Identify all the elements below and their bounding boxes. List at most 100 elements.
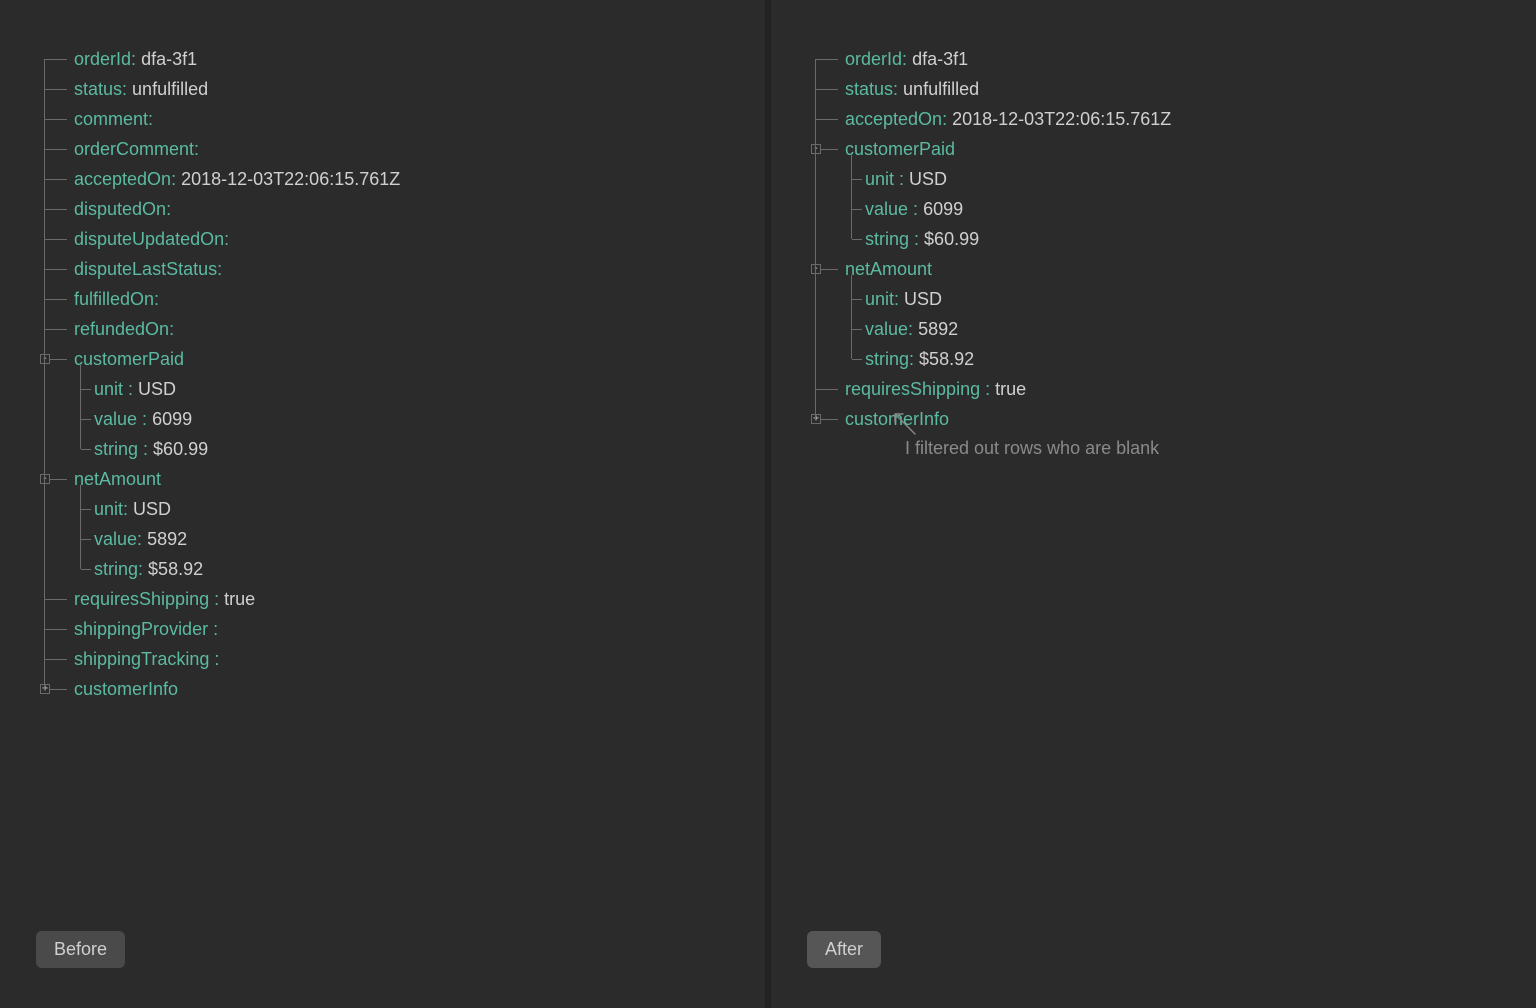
tree-value: $58.92 bbox=[919, 349, 974, 369]
tree-after: orderId: dfa-3f1status: unfulfilledaccep… bbox=[807, 44, 1536, 434]
tree-key: disputedOn: bbox=[74, 199, 171, 219]
tree-key: customerPaid bbox=[845, 139, 955, 159]
tree-value: $58.92 bbox=[148, 559, 203, 579]
pane-after: orderId: dfa-3f1status: unfulfilledaccep… bbox=[771, 0, 1536, 1008]
tree-key: orderId: bbox=[845, 49, 907, 69]
tree-key: status: bbox=[845, 79, 898, 99]
tree-key: string : bbox=[94, 439, 148, 459]
tree-row: value : 6099 bbox=[807, 194, 1536, 224]
tree-key: value: bbox=[94, 529, 142, 549]
tree-value: $60.99 bbox=[153, 439, 208, 459]
label-after: After bbox=[807, 931, 881, 968]
tree-value: 5892 bbox=[918, 319, 958, 339]
tree-key: netAmount bbox=[74, 469, 161, 489]
tree-row: orderComment: bbox=[36, 134, 765, 164]
tree-row: comment: bbox=[36, 104, 765, 134]
tree-value: dfa-3f1 bbox=[141, 49, 197, 69]
tree-row: requiresShipping : true bbox=[36, 584, 765, 614]
tree-row: string: $58.92 bbox=[807, 344, 1536, 374]
tree-row: - customerPaid bbox=[807, 134, 1536, 164]
tree-key: disputeUpdatedOn: bbox=[74, 229, 229, 249]
tree-row: unit: USD bbox=[807, 284, 1536, 314]
tree-key: unit : bbox=[94, 379, 133, 399]
tree-value: dfa-3f1 bbox=[912, 49, 968, 69]
tree-key: unit: bbox=[94, 499, 128, 519]
annotation-note: I filtered out rows who are blank bbox=[905, 438, 1159, 459]
tree-value: USD bbox=[909, 169, 947, 189]
tree-key: status: bbox=[74, 79, 127, 99]
tree-key: refundedOn: bbox=[74, 319, 174, 339]
tree-key: value : bbox=[865, 199, 918, 219]
collapse-icon[interactable]: - bbox=[811, 264, 821, 274]
tree-row: disputeLastStatus: bbox=[36, 254, 765, 284]
tree-row: status: unfulfilled bbox=[807, 74, 1536, 104]
app-root: orderId: dfa-3f1status: unfulfilledcomme… bbox=[0, 0, 1536, 1008]
tree-key: netAmount bbox=[845, 259, 932, 279]
tree-row: + customerInfo bbox=[36, 674, 765, 704]
tree-row: disputeUpdatedOn: bbox=[36, 224, 765, 254]
tree-row: orderId: dfa-3f1 bbox=[36, 44, 765, 74]
tree-before: orderId: dfa-3f1status: unfulfilledcomme… bbox=[36, 44, 765, 704]
tree-row: - netAmount bbox=[36, 464, 765, 494]
tree-row: value : 6099 bbox=[36, 404, 765, 434]
tree-value: unfulfilled bbox=[132, 79, 208, 99]
tree-key: comment: bbox=[74, 109, 153, 129]
tree-value: 2018-12-03T22:06:15.761Z bbox=[181, 169, 400, 189]
label-before: Before bbox=[36, 931, 125, 968]
tree-key: string: bbox=[865, 349, 914, 369]
tree-key: customerPaid bbox=[74, 349, 184, 369]
tree-row: disputedOn: bbox=[36, 194, 765, 224]
tree-key: value : bbox=[94, 409, 147, 429]
tree-row: value: 5892 bbox=[807, 314, 1536, 344]
tree-value: USD bbox=[904, 289, 942, 309]
tree-row: value: 5892 bbox=[36, 524, 765, 554]
tree-row: fulfilledOn: bbox=[36, 284, 765, 314]
collapse-icon[interactable]: - bbox=[40, 474, 50, 484]
tree-key: acceptedOn: bbox=[845, 109, 947, 129]
tree-row: unit : USD bbox=[807, 164, 1536, 194]
tree-row: acceptedOn: 2018-12-03T22:06:15.761Z bbox=[36, 164, 765, 194]
expand-icon[interactable]: + bbox=[40, 684, 50, 694]
expand-icon[interactable]: + bbox=[811, 414, 821, 424]
tree-value: 6099 bbox=[152, 409, 192, 429]
tree-value: 5892 bbox=[147, 529, 187, 549]
tree-row: - netAmount bbox=[807, 254, 1536, 284]
tree-key: shippingProvider : bbox=[74, 619, 218, 639]
tree-row: string: $58.92 bbox=[36, 554, 765, 584]
annotation-arrow bbox=[891, 410, 917, 436]
collapse-icon[interactable]: - bbox=[811, 144, 821, 154]
tree-key: unit : bbox=[865, 169, 904, 189]
tree-key: acceptedOn: bbox=[74, 169, 176, 189]
tree-key: orderId: bbox=[74, 49, 136, 69]
tree-row: string : $60.99 bbox=[807, 224, 1536, 254]
tree-row: status: unfulfilled bbox=[36, 74, 765, 104]
tree-key: orderComment: bbox=[74, 139, 199, 159]
tree-row: string : $60.99 bbox=[36, 434, 765, 464]
tree-row: requiresShipping : true bbox=[807, 374, 1536, 404]
tree-row: shippingTracking : bbox=[36, 644, 765, 674]
tree-value: $60.99 bbox=[924, 229, 979, 249]
tree-key: customerInfo bbox=[74, 679, 178, 699]
tree-row: orderId: dfa-3f1 bbox=[807, 44, 1536, 74]
tree-key: disputeLastStatus: bbox=[74, 259, 222, 279]
pane-before: orderId: dfa-3f1status: unfulfilledcomme… bbox=[0, 0, 765, 1008]
tree-value: true bbox=[224, 589, 255, 609]
collapse-icon[interactable]: - bbox=[40, 354, 50, 364]
tree-value: USD bbox=[133, 499, 171, 519]
tree-key: shippingTracking : bbox=[74, 649, 219, 669]
tree-key: unit: bbox=[865, 289, 899, 309]
tree-key: requiresShipping : bbox=[74, 589, 219, 609]
tree-key: fulfilledOn: bbox=[74, 289, 159, 309]
tree-value: unfulfilled bbox=[903, 79, 979, 99]
tree-row: shippingProvider : bbox=[36, 614, 765, 644]
tree-key: string : bbox=[865, 229, 919, 249]
tree-row: - customerPaid bbox=[36, 344, 765, 374]
tree-row: refundedOn: bbox=[36, 314, 765, 344]
tree-row: unit: USD bbox=[36, 494, 765, 524]
tree-value: USD bbox=[138, 379, 176, 399]
tree-value: true bbox=[995, 379, 1026, 399]
tree-row: acceptedOn: 2018-12-03T22:06:15.761Z bbox=[807, 104, 1536, 134]
tree-key: requiresShipping : bbox=[845, 379, 990, 399]
tree-row: unit : USD bbox=[36, 374, 765, 404]
tree-value: 2018-12-03T22:06:15.761Z bbox=[952, 109, 1171, 129]
